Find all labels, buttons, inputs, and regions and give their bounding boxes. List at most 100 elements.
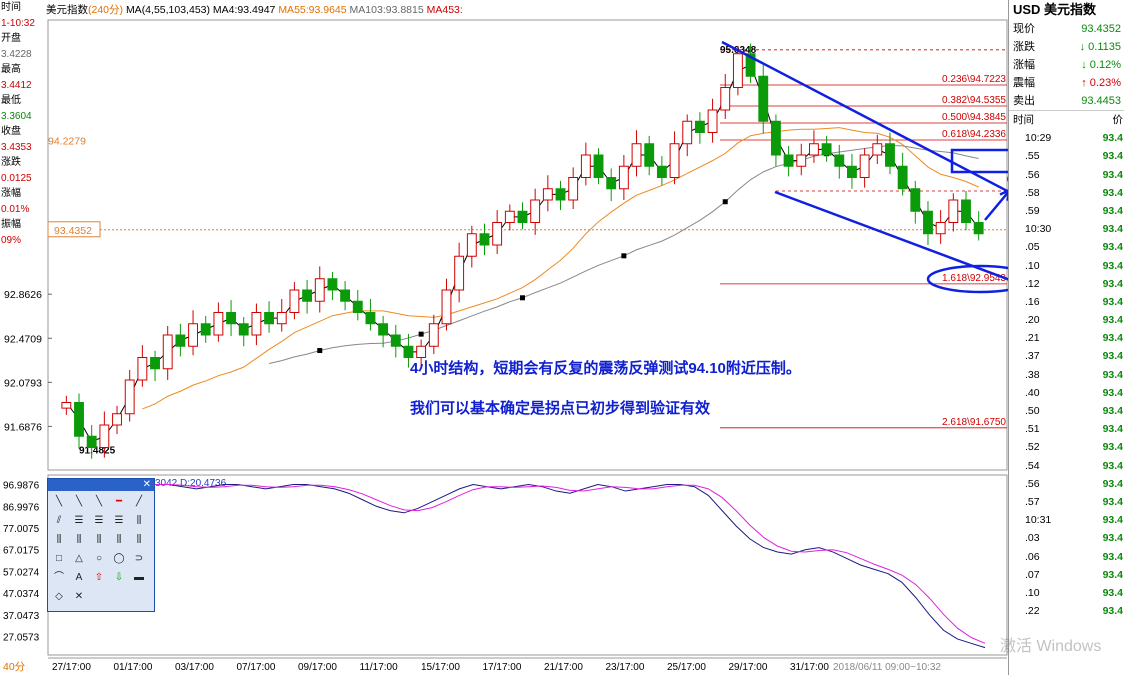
fib-level-label: 0.236\94.7223 [942, 74, 1006, 85]
drawing-tool-icon[interactable]: ⫽ [51, 514, 67, 528]
tick-price: 93.4 [1102, 314, 1123, 327]
quote-row: 震幅 ↑ 0.23% [1009, 74, 1124, 92]
candle-body [694, 120, 705, 133]
indicator-k-line [155, 484, 986, 649]
quote-row: 涨幅 ↓ 0.12% [1009, 56, 1124, 74]
tick-time: .55 [1025, 150, 1040, 163]
tick-row: .59 93.4 [1009, 202, 1124, 220]
drawing-toolbox[interactable]: ✕ ╲ ╲ ╲ ━ ╱ ⫽ ☰ ☰ ☰ ⫼ ⫼ ⫼ ⫼ ⫼ ⫼ □ △ ○ ◯ ⊃ ⌒ A ⇧ ⇩ ▬ ◇ ✕ [47, 478, 155, 612]
drawing-tool-icon[interactable]: ╲ [51, 495, 67, 509]
tick-row: .51 93.4 [1009, 420, 1124, 438]
watermark: 激活 Windows [1000, 638, 1102, 655]
tick-price: 93.4 [1102, 605, 1123, 618]
quote-panel: USD 美元指数 现价 93.4352 涨跌 ↓ 0.1135 涨幅 ↓ 0.12% 震幅 ↑… [1008, 0, 1124, 675]
quote-row: 涨跌 ↓ 0.1135 [1009, 38, 1124, 56]
drawing-tool-icon[interactable]: ╲ [71, 495, 87, 509]
drawing-tool-icon[interactable]: ⫼ [111, 533, 127, 547]
candle-body [897, 165, 908, 190]
candle-body [783, 154, 794, 167]
drawing-tool-icon[interactable]: A [71, 571, 87, 585]
drawing-tool-icon[interactable]: ◇ [51, 590, 67, 604]
candle-body [226, 312, 236, 325]
quote-key: 卖出 [1013, 95, 1035, 107]
drawing-tool-icon[interactable]: ╱ [131, 495, 147, 509]
tick-time: .52 [1025, 441, 1040, 454]
tick-time: .56 [1025, 477, 1040, 490]
tick-row: .54 93.4 [1009, 457, 1124, 475]
drawing-tool-icon[interactable]: ✕ [71, 590, 87, 604]
drawing-tool-icon[interactable]: ⫼ [71, 533, 87, 547]
candle-body [656, 165, 667, 178]
drawing-tool-icon[interactable]: □ [51, 552, 67, 566]
drawing-tool-icon[interactable]: ○ [91, 552, 107, 566]
candle-body [454, 255, 465, 291]
drawing-tool-icon[interactable]: ☰ [71, 514, 87, 528]
candle-body [530, 199, 541, 223]
tick-price: 93.4 [1102, 295, 1123, 308]
tick-price: 93.4 [1102, 532, 1123, 545]
tick-time: .38 [1025, 368, 1040, 381]
tick-price: 93.4 [1102, 150, 1123, 163]
candle-body [720, 87, 731, 111]
tick-time: .59 [1025, 204, 1040, 217]
tick-time: .22 [1025, 605, 1040, 618]
fib-level-label: 0.382\94.5355 [942, 95, 1006, 106]
x-tick-label: 23/17:00 [606, 662, 645, 673]
tick-time: .20 [1025, 314, 1040, 327]
drawing-tool-icon[interactable]: ☰ [91, 514, 107, 528]
tick-time: 10:29 [1025, 132, 1052, 145]
indicator-y-label: 47.0374 [3, 589, 40, 600]
quote-key: 震幅 [1013, 77, 1035, 89]
quote-key: 现价 [1013, 23, 1035, 35]
drawing-tool-icon[interactable]: ◯ [111, 552, 127, 566]
drawing-tool-icon[interactable]: ⇧ [91, 571, 107, 585]
drawing-tool-icon[interactable]: ▬ [131, 571, 147, 585]
candle-body [276, 312, 287, 325]
candle-body [961, 199, 971, 223]
low-mark-label: 91.4825 [79, 445, 116, 456]
tick-price: 93.4 [1102, 259, 1123, 272]
drawing-tool-icon[interactable]: ⇩ [111, 571, 127, 585]
drawing-tool-icon[interactable]: ━ [111, 495, 127, 509]
tick-price: 93.4 [1102, 495, 1123, 508]
candle-body [542, 188, 553, 201]
x-tick-label: 15/17:00 [421, 662, 460, 673]
drawing-tool-icon[interactable]: ⊃ [131, 552, 147, 566]
tick-price: 93.4 [1102, 441, 1123, 454]
col-price-header: 价 [1112, 114, 1124, 126]
drawing-tool-icon[interactable]: ⫼ [51, 533, 67, 547]
y-tick-label: 91.6876 [4, 421, 42, 433]
tick-time: .21 [1025, 332, 1040, 345]
drawing-tool-icon[interactable]: ☰ [111, 514, 127, 528]
tick-row: .06 93.4 [1009, 548, 1124, 566]
ma-marker [520, 295, 525, 301]
drawing-tool-icon[interactable]: ⫼ [131, 514, 147, 528]
toolbox-close-icon[interactable]: ✕ [48, 479, 154, 491]
drawing-tool-icon[interactable]: ╲ [91, 495, 107, 509]
drawing-tool-icon[interactable]: ⫼ [131, 533, 147, 547]
drawing-tool-icon[interactable]: △ [71, 552, 87, 566]
indicator-y-label: 96.9876 [3, 481, 40, 492]
tick-row: .10 93.4 [1009, 584, 1124, 602]
tick-row: .55 93.4 [1009, 147, 1124, 165]
candle-body [948, 199, 959, 223]
candle-body [264, 312, 275, 325]
candle-body [188, 323, 198, 347]
candle-body [758, 75, 769, 122]
candle-body [872, 143, 883, 156]
fib-level-label: 0.618\94.2336 [942, 129, 1006, 140]
tick-price: 93.4 [1102, 241, 1123, 254]
candle-body [910, 188, 921, 212]
drawing-tool-icon[interactable]: ⌒ [51, 571, 67, 585]
candle-body [821, 143, 832, 156]
candle-body [504, 210, 515, 223]
x-tick-label: 21/17:00 [544, 662, 583, 673]
tick-price: 93.4 [1102, 514, 1123, 527]
candle-body [606, 177, 617, 190]
ma4-line [65, 64, 980, 443]
candle-body [707, 109, 718, 133]
tick-price: 93.4 [1102, 332, 1123, 345]
drawing-tool-icon[interactable]: ⫼ [91, 533, 107, 547]
quote-value: ↓ 0.12% [1081, 59, 1121, 71]
x-tick-label: 27/17:00 [52, 662, 91, 673]
